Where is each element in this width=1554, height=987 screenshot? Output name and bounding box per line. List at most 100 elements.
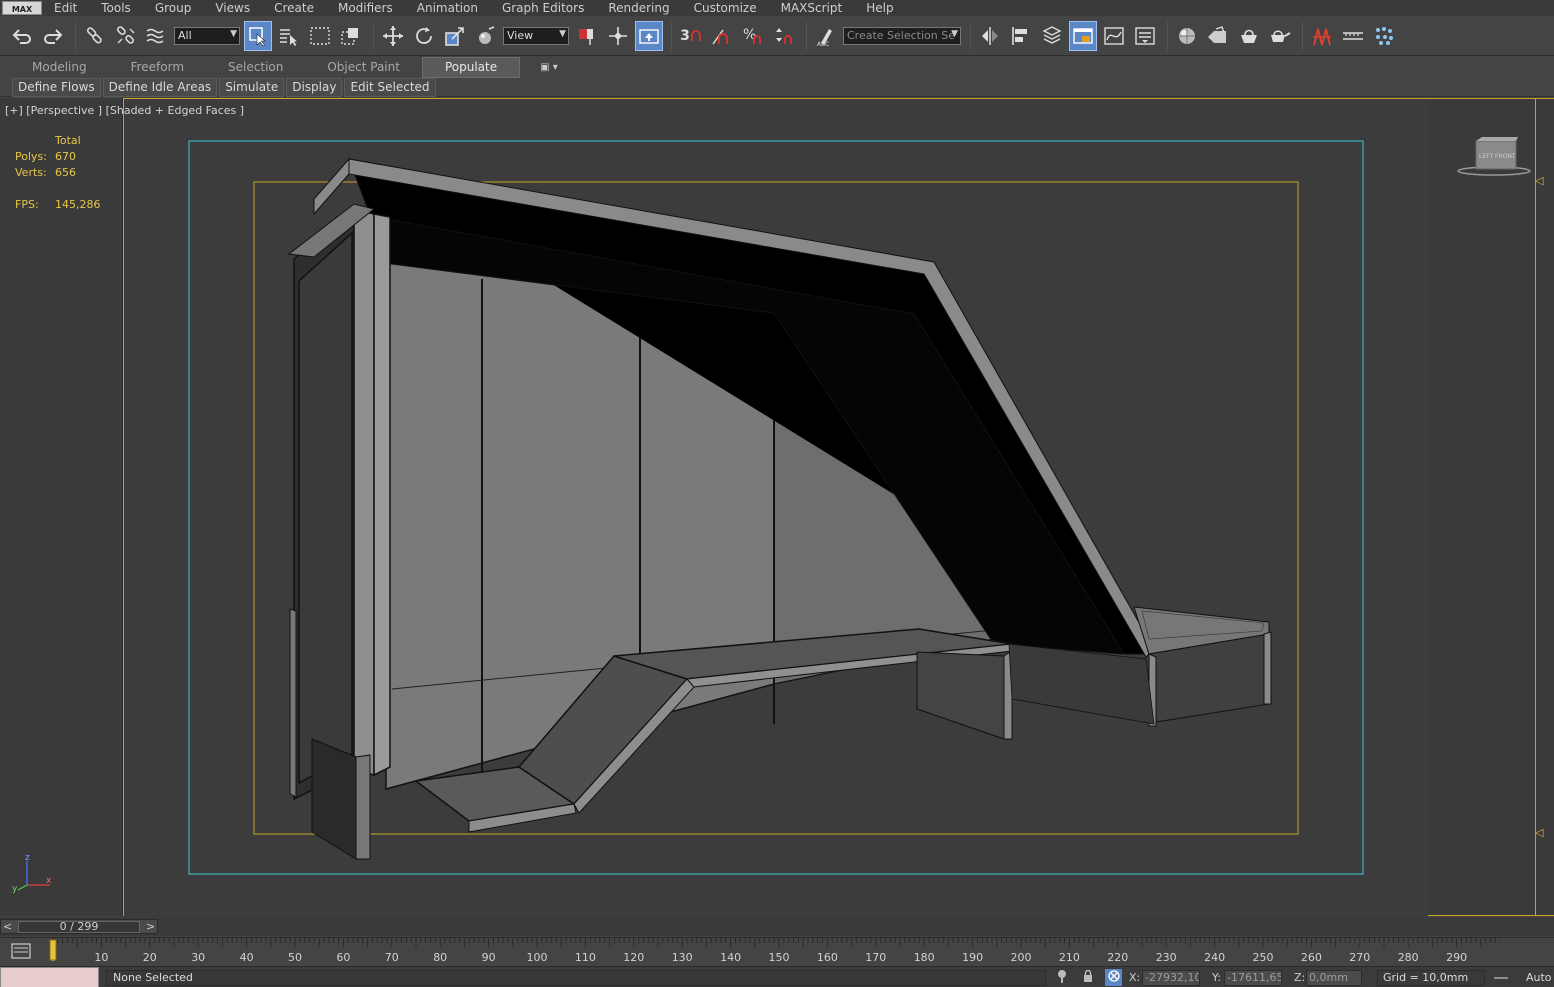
unlink-icon[interactable] xyxy=(112,21,140,51)
timeline-tick-label: 150 xyxy=(769,951,790,964)
simulate-button[interactable]: Simulate xyxy=(219,77,285,97)
tab-selection[interactable]: Selection xyxy=(206,58,305,77)
isolate-icon[interactable] xyxy=(1053,969,1070,986)
timeline-tick-label: 230 xyxy=(1156,951,1177,964)
tab-modeling[interactable]: Modeling xyxy=(10,58,109,77)
scale-icon[interactable] xyxy=(441,21,469,51)
timeline-tick-label: 270 xyxy=(1349,951,1370,964)
menu-group[interactable]: Group xyxy=(143,0,204,16)
time-cursor[interactable] xyxy=(49,939,57,961)
rect-region-icon[interactable] xyxy=(306,21,334,51)
menu-help[interactable]: Help xyxy=(854,0,905,16)
viewport-canvas[interactable] xyxy=(124,99,1429,917)
link-icon[interactable] xyxy=(81,21,109,51)
maxscript-listener-field[interactable] xyxy=(0,967,99,987)
tab-object-paint[interactable]: Object Paint xyxy=(305,58,422,77)
timeline-tick-label: 50 xyxy=(288,951,302,964)
render-setup-icon[interactable] xyxy=(1204,21,1232,51)
menu-views[interactable]: Views xyxy=(203,0,262,16)
timeline-tick-label: 110 xyxy=(575,951,596,964)
timeline-tick-label: 100 xyxy=(527,951,548,964)
menu-modifiers[interactable]: Modifiers xyxy=(326,0,405,16)
pivot-center-icon[interactable] xyxy=(573,21,601,51)
chevron-down-icon: ▼ xyxy=(230,28,237,39)
menu-animation[interactable]: Animation xyxy=(405,0,490,16)
x-coord-field[interactable]: -27932,109 xyxy=(1142,970,1200,986)
percent-snap-icon[interactable]: % xyxy=(739,21,767,51)
scene-explorer-icon[interactable] xyxy=(1069,20,1097,51)
angle-snap-icon[interactable] xyxy=(708,21,736,51)
lock-icon[interactable] xyxy=(1079,969,1096,986)
move-icon[interactable] xyxy=(379,21,407,51)
menu-create[interactable]: Create xyxy=(262,0,326,16)
chevron-down-icon: ▼ xyxy=(951,28,958,39)
select-object-icon[interactable] xyxy=(244,20,272,51)
auto-key-button[interactable]: Auto xyxy=(1526,971,1552,984)
particle-flow-icon[interactable] xyxy=(1370,21,1398,51)
define-flows-button[interactable]: Define Flows xyxy=(12,77,101,97)
toolbar-separator xyxy=(373,21,374,50)
perspective-viewport[interactable] xyxy=(123,98,1429,917)
polys-label: Polys: xyxy=(15,150,47,163)
menu-maxscript[interactable]: MAXScript xyxy=(769,0,855,16)
render-icon[interactable] xyxy=(1266,21,1294,51)
tab-freeform[interactable]: Freeform xyxy=(109,58,206,77)
y-coord-field[interactable]: -17611,659 xyxy=(1224,970,1282,986)
layer-icon[interactable] xyxy=(1038,21,1066,51)
time-slider-track[interactable]: < 0 / 299 > xyxy=(0,919,158,934)
timeline-tick-label: 80 xyxy=(433,951,447,964)
time-slider-thumb[interactable]: 0 / 299 xyxy=(18,921,140,933)
window-crossing-icon[interactable] xyxy=(337,21,365,51)
ribbon-options-icon[interactable]: ▣ ▾ xyxy=(540,62,558,73)
place-icon[interactable] xyxy=(472,21,500,51)
timeline-tick-label: 10 xyxy=(94,951,108,964)
ref-coord-dropdown[interactable]: View ▼ xyxy=(503,26,569,45)
undo-icon[interactable] xyxy=(8,21,36,51)
display-button[interactable]: Display xyxy=(286,77,343,97)
viewport-label-menu[interactable]: [+] [Perspective ] [Shaded + Edged Faces… xyxy=(5,104,244,117)
edit-named-selection-icon[interactable]: ABC xyxy=(812,21,840,51)
app-menu-button[interactable]: MAX xyxy=(2,1,42,15)
curve-editor-icon[interactable] xyxy=(1100,21,1128,51)
define-idle-areas-button[interactable]: Define Idle Areas xyxy=(102,77,218,97)
timeline-tick-label: 200 xyxy=(1011,951,1032,964)
populate-toggle-icon[interactable] xyxy=(1308,21,1336,51)
schematic-view-icon[interactable] xyxy=(1131,21,1159,51)
bind-spacewarp-icon[interactable] xyxy=(143,21,171,51)
select-by-name-icon[interactable] xyxy=(275,21,303,51)
selection-filter-dropdown[interactable]: All ▼ xyxy=(174,26,240,45)
x-coord-label: X: xyxy=(1129,971,1141,984)
snap-toggle-icon[interactable]: 3 xyxy=(677,21,705,51)
toolbar-separator xyxy=(75,21,76,50)
material-editor-icon[interactable] xyxy=(1173,21,1201,51)
mirror-icon[interactable] xyxy=(976,21,1004,51)
menu-customize[interactable]: Customize xyxy=(682,0,769,16)
redo-icon[interactable] xyxy=(39,21,67,51)
named-selection-dropdown[interactable]: Create Selection Se ▼ xyxy=(843,26,961,45)
edit-selected-button[interactable]: Edit Selected xyxy=(344,77,436,97)
track-bar[interactable]: 0102030405060708090100110120130140150160… xyxy=(0,937,1554,965)
menu-edit[interactable]: Edit xyxy=(42,0,89,16)
prev-frame-button[interactable]: < xyxy=(3,920,12,933)
menu-rendering[interactable]: Rendering xyxy=(596,0,681,16)
rotate-icon[interactable] xyxy=(410,21,438,51)
menu-graph-editors[interactable]: Graph Editors xyxy=(490,0,596,16)
timeline-ruler[interactable]: 0102030405060708090100110120130140150160… xyxy=(48,938,1500,965)
absolute-mode-icon[interactable] xyxy=(1105,969,1122,986)
ruler-icon[interactable] xyxy=(1339,21,1367,51)
render-frame-icon[interactable] xyxy=(1235,21,1263,51)
curve-editor-mini-icon[interactable] xyxy=(10,942,32,960)
timeline-tick-label: 260 xyxy=(1301,951,1322,964)
viewcube-icon[interactable]: LEFT FRONT xyxy=(1456,135,1536,179)
spinner-snap-icon[interactable] xyxy=(770,21,798,51)
menu-tools[interactable]: Tools xyxy=(89,0,143,16)
z-coord-field[interactable]: 0,0mm xyxy=(1306,970,1362,986)
next-frame-button[interactable]: > xyxy=(146,920,155,933)
axis-label-y: y xyxy=(12,884,18,893)
keyboard-shortcut-override-icon[interactable] xyxy=(635,20,663,51)
select-manipulate-icon[interactable] xyxy=(604,21,632,51)
tab-populate[interactable]: Populate xyxy=(421,57,521,78)
key-mode-icon[interactable] xyxy=(1492,969,1509,986)
axis-label-z: z xyxy=(25,853,30,863)
align-icon[interactable] xyxy=(1007,21,1035,51)
